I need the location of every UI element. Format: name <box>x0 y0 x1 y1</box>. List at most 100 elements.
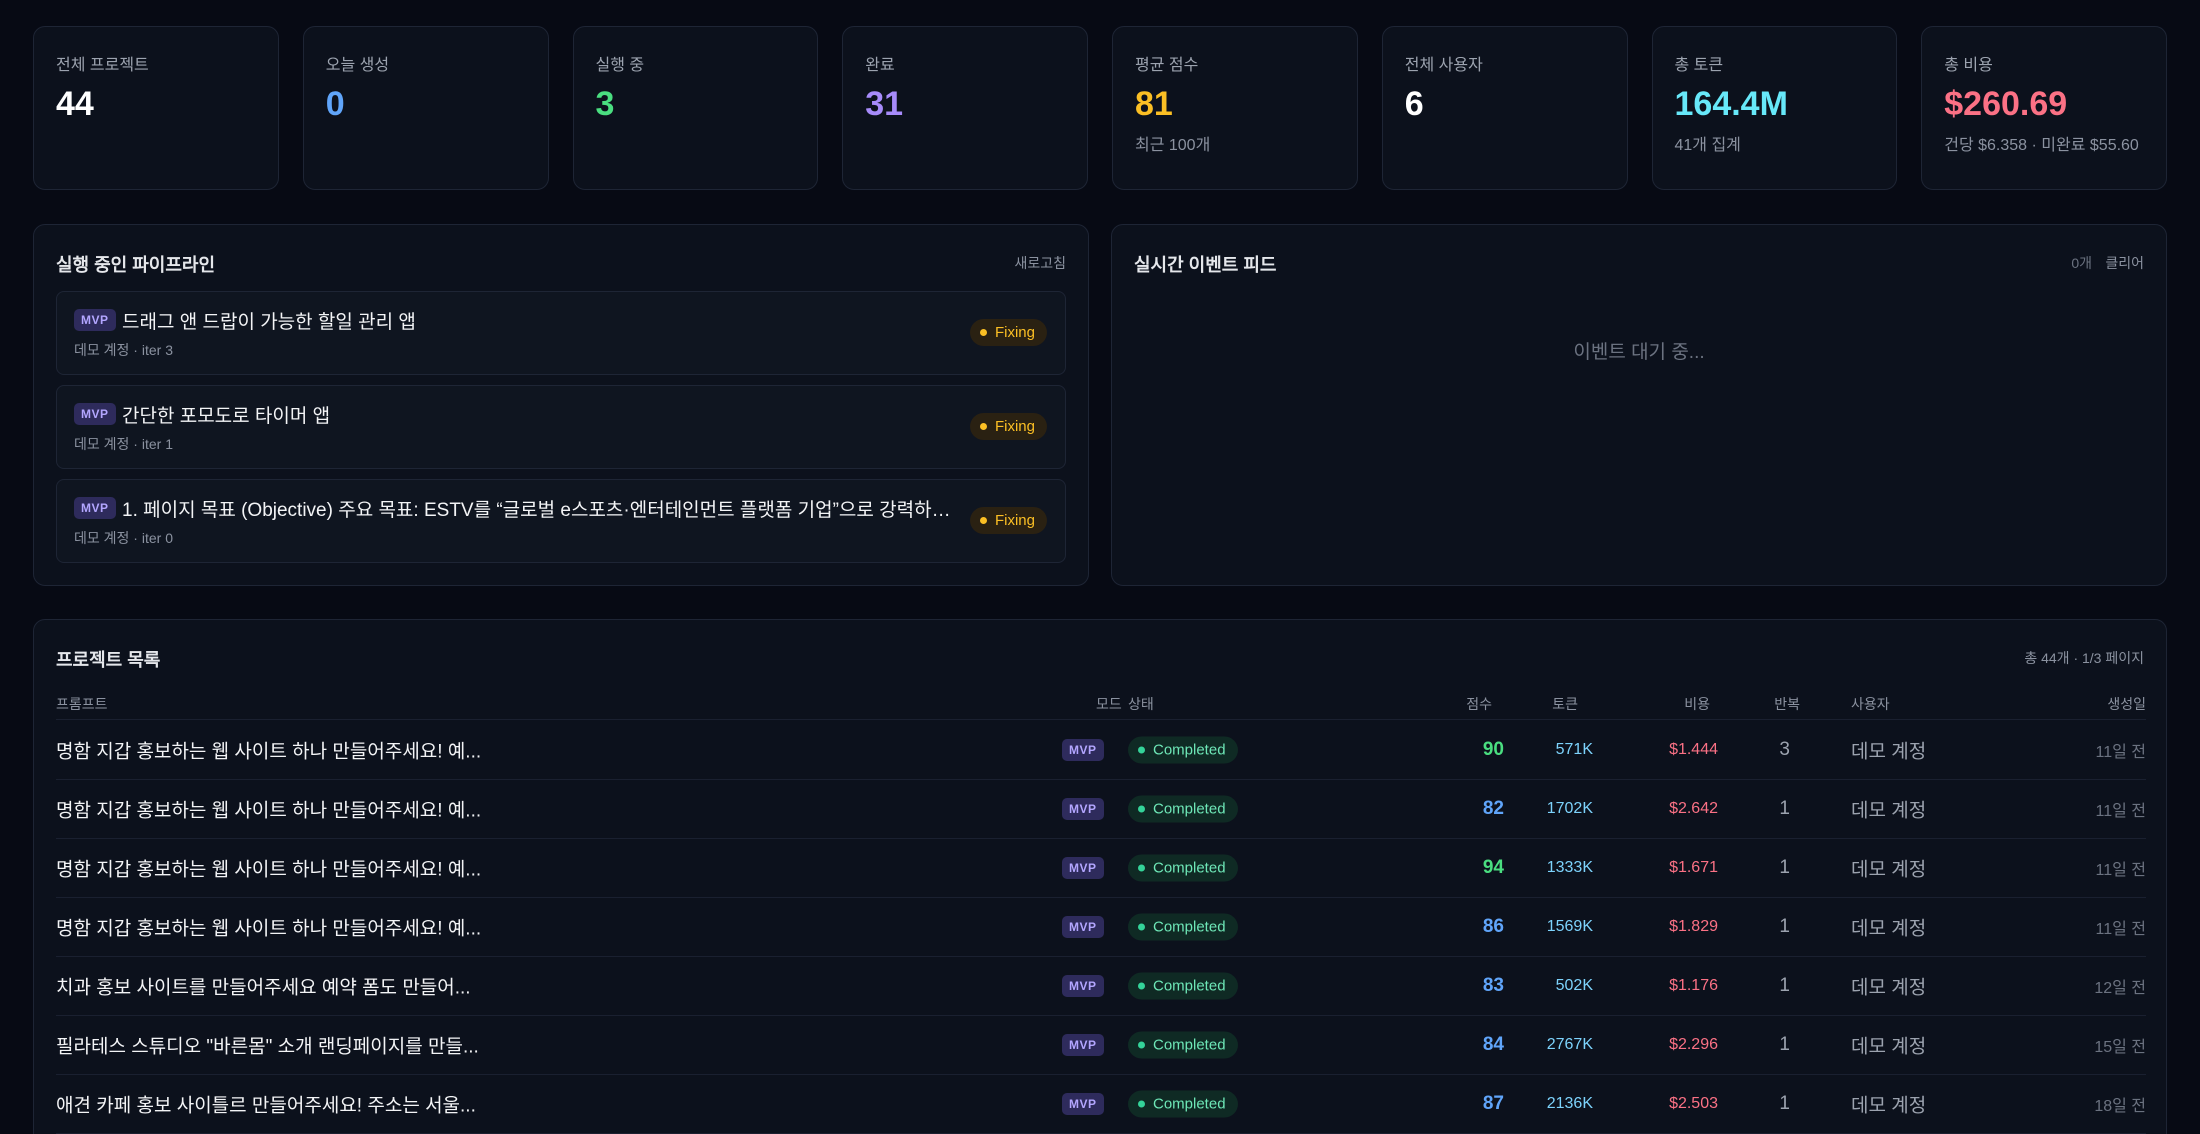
pipeline-item[interactable]: MVP 드래그 앤 드랍이 가능한 할일 관리 앱 데모 계정 · iter 3… <box>56 291 1066 375</box>
status-dot-icon <box>1138 923 1145 931</box>
mode-cell: MVP <box>1062 1034 1104 1056</box>
date-cell: 11일 전 <box>2095 862 2147 879</box>
table-row[interactable]: 필라테스 스튜디오 "바른몸" 소개 랜딩페이지를 만들... MVP Comple… <box>56 1016 2146 1075</box>
panel-title: 실행 중인 파이프라인 <box>56 255 216 275</box>
event-feed-panel: 실시간 이벤트 피드 0개 클리어 이벤트 대기 중... <box>1111 224 2167 586</box>
pipeline-item[interactable]: MVP 간단한 포모도로 타이머 앱 데모 계정 · iter 1 Fixing <box>56 385 1066 469</box>
status-badge: Completed <box>1128 1031 1238 1059</box>
status-label: Completed <box>1153 741 1226 759</box>
status-label: Completed <box>1153 918 1226 936</box>
status-label: Fixing <box>994 324 1035 341</box>
score-cell: 82 <box>1482 798 1504 819</box>
stat-value: $260.69 <box>1944 85 2068 123</box>
user-cell: 데모 계정 <box>1851 918 1927 940</box>
prompt-cell: 애견 카페 홍보 사이틀르 만들어주세요! 주소는 서울... <box>56 1095 476 1117</box>
cost-cell: $2.296 <box>1669 1036 1718 1053</box>
tokens-cell: 2136K <box>1546 1095 1593 1112</box>
pipeline-meta: 데모 계정 · iter 1 <box>74 436 173 452</box>
column-header-date: 생성일 <box>2107 696 2146 712</box>
iter-cell: 1 <box>1779 975 1790 996</box>
score-cell: 84 <box>1482 1034 1504 1055</box>
status-dot-icon <box>1138 1100 1145 1108</box>
tokens-cell: 1569K <box>1546 918 1593 935</box>
stat-sub: 최근 100개 <box>1135 137 1211 154</box>
stat-label: 전체 프로젝트 <box>56 57 149 74</box>
pipeline-item[interactable]: MVP 1. 페이지 목표 (Objective) 주요 목표: ESTV를 “… <box>56 479 1066 563</box>
status-dot-icon <box>1138 746 1145 754</box>
prompt-cell: 명함 지갑 홍보하는 웹 사이트 하나 만들어주세요! 예... <box>56 741 482 763</box>
stat-label: 실행 중 <box>595 57 645 74</box>
score-cell: 83 <box>1482 975 1504 996</box>
stat-value: 164.4M <box>1674 85 1788 123</box>
stat-label: 총 토큰 <box>1674 57 1724 74</box>
table-row[interactable]: 명함 지갑 홍보하는 웹 사이트 하나 만들어주세요! 예... MVP Compl… <box>56 721 2146 780</box>
column-header-user: 사용자 <box>1851 696 1890 712</box>
score-cell: 94 <box>1482 857 1504 878</box>
status-label: Fixing <box>994 512 1035 529</box>
panel-title: 실시간 이벤트 피드 <box>1134 255 1277 275</box>
tokens-cell: 502K <box>1555 977 1593 994</box>
stat-card-total-users: 전체 사용자 6 <box>1381 26 1628 190</box>
clear-button[interactable]: 클리어 <box>2105 253 2144 273</box>
mode-cell: MVP <box>1062 739 1104 761</box>
mode-badge: MVP <box>1062 916 1104 938</box>
status-label: Completed <box>1153 800 1226 818</box>
tokens-cell: 1702K <box>1546 800 1593 817</box>
status-label: Completed <box>1153 1036 1226 1054</box>
table-row[interactable]: 애견 카페 홍보 사이틀르 만들어주세요! 주소는 서울... MVP Comple… <box>56 1075 2146 1134</box>
status-dot-icon <box>1138 1041 1145 1049</box>
stat-value: 81 <box>1135 85 1173 123</box>
stat-label: 총 비용 <box>1944 57 1993 74</box>
cost-cell: $1.829 <box>1669 918 1718 935</box>
stat-sub: 건당 $6.358 · 미완료 $55.60 <box>1944 137 2139 154</box>
stat-value: 44 <box>56 85 94 123</box>
mode-badge: MVP <box>74 403 116 425</box>
status-dot-icon <box>979 516 987 524</box>
stat-label: 완료 <box>865 57 895 74</box>
cost-cell: $2.503 <box>1669 1095 1718 1112</box>
cost-cell: $2.642 <box>1669 800 1718 817</box>
stat-sub: 41개 집계 <box>1674 137 1741 154</box>
iter-cell: 1 <box>1779 798 1790 819</box>
user-cell: 데모 계정 <box>1851 800 1927 822</box>
stat-label: 전체 사용자 <box>1404 57 1483 74</box>
iter-cell: 1 <box>1779 857 1790 878</box>
status-dot-icon <box>1138 805 1145 813</box>
status-label: Completed <box>1153 977 1226 995</box>
table-row[interactable]: 명함 지갑 홍보하는 웹 사이트 하나 만들어주세요! 예... MVP Compl… <box>56 780 2146 839</box>
table-row[interactable]: 치과 홍보 사이트를 만들어주세요 예약 폼도 만들어... MVP Complet… <box>56 957 2146 1016</box>
tokens-cell: 571K <box>1555 741 1593 758</box>
user-cell: 데모 계정 <box>1851 977 1927 999</box>
user-cell: 데모 계정 <box>1851 1036 1927 1058</box>
pipeline-meta: 데모 계정 · iter 0 <box>74 530 173 546</box>
status-badge: Completed <box>1128 736 1238 764</box>
stat-card-today-created: 오늘 생성 0 <box>302 26 549 190</box>
refresh-button[interactable]: 새로고침 <box>1014 253 1066 273</box>
status-badge: Fixing <box>969 507 1047 534</box>
score-cell: 90 <box>1482 739 1504 760</box>
user-cell: 데모 계정 <box>1851 1095 1927 1117</box>
mode-cell: MVP <box>1062 798 1104 820</box>
column-header-score: 점수 <box>1466 696 1492 712</box>
status-dot-icon <box>1138 982 1145 990</box>
status-badge: Completed <box>1128 854 1238 882</box>
date-cell: 11일 전 <box>2095 744 2147 761</box>
table-row[interactable]: 명함 지갑 홍보하는 웹 사이트 하나 만들어주세요! 예... MVP Compl… <box>56 839 2146 898</box>
mode-badge: MVP <box>1062 975 1104 997</box>
status-badge: Completed <box>1128 972 1238 1000</box>
column-header-mode: 모드 <box>1096 696 1122 712</box>
table-row[interactable]: 명함 지갑 홍보하는 웹 사이트 하나 만들어주세요! 예... MVP Compl… <box>56 898 2146 957</box>
pipeline-title: 드래그 앤 드랍이 가능한 할일 관리 앱 <box>122 312 416 333</box>
pipeline-meta: 데모 계정 · iter 3 <box>74 342 173 358</box>
status-dot-icon <box>979 422 987 430</box>
status-label: Completed <box>1153 1095 1226 1113</box>
status-badge: Fixing <box>969 413 1047 440</box>
date-cell: 15일 전 <box>2094 1039 2146 1056</box>
column-header-cost: 비용 <box>1684 696 1710 712</box>
date-cell: 18일 전 <box>2094 1098 2146 1115</box>
mode-cell: MVP <box>1062 975 1104 997</box>
prompt-cell: 명함 지갑 홍보하는 웹 사이트 하나 만들어주세요! 예... <box>56 800 482 822</box>
score-cell: 87 <box>1482 1093 1504 1114</box>
pipeline-title: 1. 페이지 목표 (Objective) 주요 목표: ESTV를 “글로벌 … <box>122 500 952 521</box>
status-cell: Completed <box>1128 1090 1238 1118</box>
